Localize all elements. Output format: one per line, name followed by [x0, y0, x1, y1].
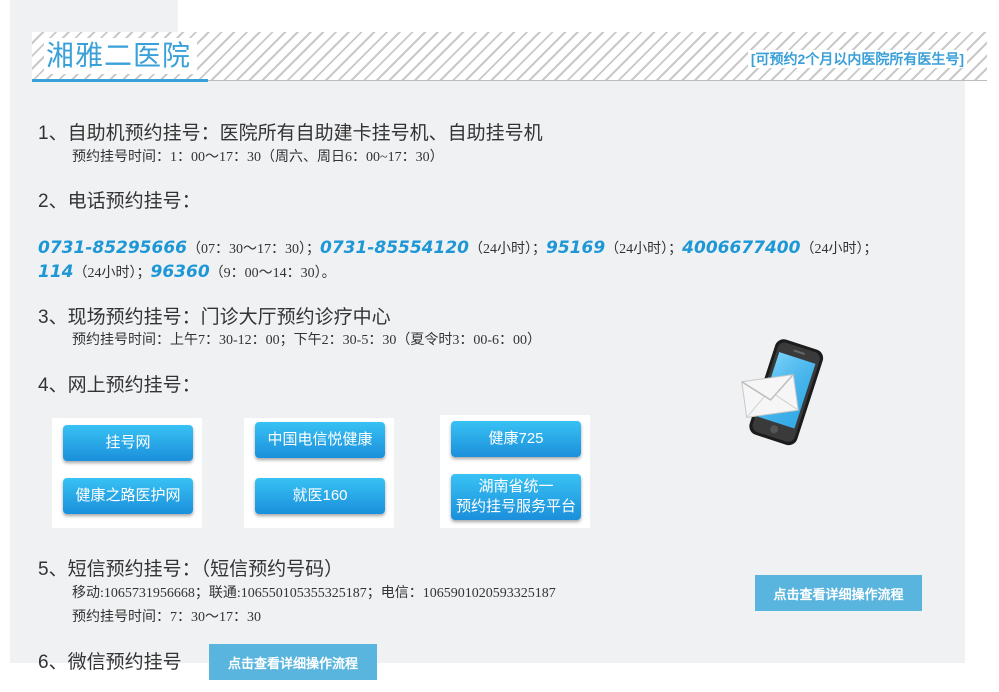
section-1-time: 预约挂号时间：1：00～17：30（周六、周日6：00~17：30）: [72, 150, 444, 165]
header-divider: [208, 80, 987, 81]
guahaowang-button[interactable]: 挂号网: [63, 425, 193, 461]
phone-hours: （9：00～14：30）。: [209, 266, 336, 281]
section-2-title: 2、电话预约挂号：: [38, 191, 201, 212]
section-5-time: 预约挂号时间：7：30～17：30: [72, 610, 261, 625]
header-title-underline: [32, 79, 208, 82]
phone-number: 95169: [546, 238, 606, 258]
phone-line-1: 0731-85295666（07：30～17：30）；0731-85554120…: [38, 236, 877, 262]
phone-line-2: 114（24小时）；96360（9：00～14：30）。: [38, 260, 336, 286]
section-5-numbers: 移动:1065731956668；联通:106550105355325187；电…: [72, 586, 556, 601]
section-1-title: 1、自助机预约挂号：医院所有自助建卡挂号机、自助挂号机: [38, 123, 543, 144]
web-button-group-3: 健康725 湖南省统一 预约挂号服务平台: [440, 415, 590, 528]
wechat-detail-button[interactable]: 点击查看详细操作流程: [209, 644, 377, 680]
jiankang725-button[interactable]: 健康725: [451, 421, 581, 457]
section-4-title: 4、网上预约挂号：: [38, 375, 201, 396]
phone-hours: （07：30～17：30）；: [187, 242, 320, 257]
phone-number: 96360: [150, 262, 210, 282]
section-6-title: 6、微信预约挂号: [38, 652, 182, 673]
phone-hours: （24小时）；: [605, 242, 683, 257]
hunan-platform-label-line1: 湖南省统一: [478, 478, 554, 495]
section-3-title: 3、现场预约挂号：门诊大厅预约诊疗中心: [38, 307, 391, 328]
web-button-group-2: 中国电信悦健康 就医160: [244, 418, 394, 528]
hunan-platform-button[interactable]: 湖南省统一 预约挂号服务平台: [451, 474, 581, 520]
hunan-platform-label-line2: 预约挂号服务平台: [455, 498, 576, 515]
phone-number: 0731-85554120: [320, 238, 469, 258]
phone-hours: （24小时）；: [469, 242, 546, 257]
phone-hours: （24小时）；: [73, 266, 151, 281]
header-note: [可预约2个月以内医院所有医生号]: [747, 50, 967, 68]
sms-detail-button[interactable]: 点击查看详细操作流程: [755, 575, 922, 611]
page-title: 湘雅二医院: [44, 38, 198, 74]
dianxin-yuejiankang-button[interactable]: 中国电信悦健康: [255, 422, 385, 458]
phone-hours: （24小时）；: [800, 242, 878, 257]
section-3-time: 预约挂号时间：上午7：30-12：00；下午2：30-5：30（夏令时3：00-…: [72, 333, 541, 348]
phone-number: 114: [38, 262, 74, 282]
smartphone-envelope-icon: [741, 339, 824, 446]
phone-number: 4006677400: [682, 238, 801, 258]
section-5-title: 5、短信预约挂号：（短信预约号码）: [38, 559, 344, 580]
jiankang-zhilu-button[interactable]: 健康之路医护网: [63, 478, 193, 514]
web-button-group-1: 挂号网 健康之路医护网: [52, 418, 202, 528]
jiuyi160-button[interactable]: 就医160: [255, 478, 385, 514]
phone-number: 0731-85295666: [38, 238, 187, 258]
